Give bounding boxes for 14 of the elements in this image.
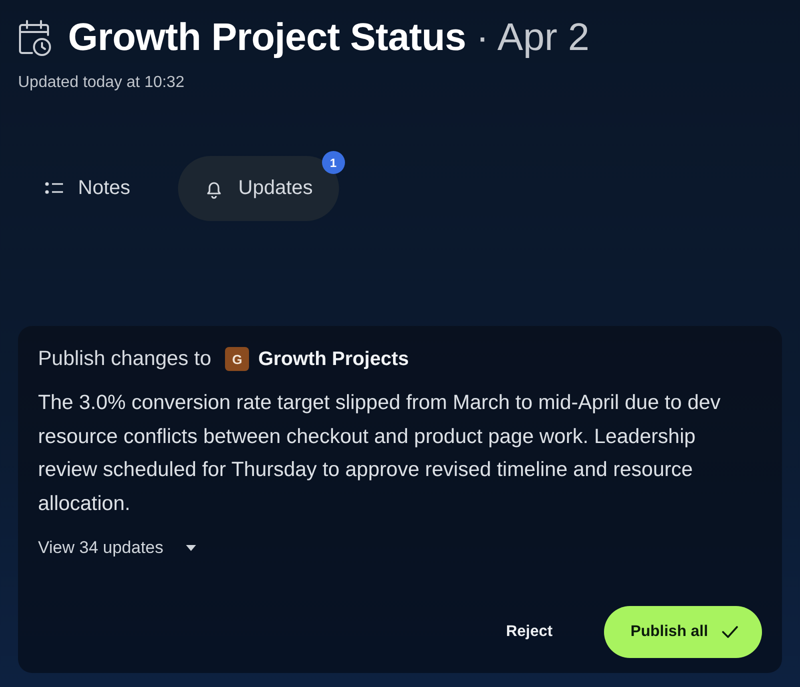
publish-label: Publish changes to bbox=[38, 347, 212, 371]
tab[interactable]: Notes bbox=[18, 156, 156, 221]
summary-text: The 3.0% conversion rate target slipped from March to mid-April due to dev resource conflicts between checkout and product page work. Leadership review scheduled for Thursday to approve revised timeline and resource allocation. bbox=[38, 390, 722, 516]
project-avatar: G bbox=[225, 347, 250, 371]
count-badge: 1 bbox=[322, 151, 345, 174]
reject-button[interactable]: Reject bbox=[482, 606, 576, 658]
project-name: Growth Projects bbox=[258, 348, 409, 370]
check-icon bbox=[722, 626, 738, 638]
view-updates-toggle[interactable]: View 34 updates bbox=[38, 538, 198, 558]
page-date: · Apr 2 bbox=[476, 16, 590, 60]
calendar-clock-icon bbox=[18, 19, 52, 57]
updated-time: Updated today at 10:32 bbox=[18, 74, 184, 92]
publish-all-button[interactable]: Publish all bbox=[604, 606, 762, 658]
page-title: Growth Project Status bbox=[68, 16, 466, 60]
